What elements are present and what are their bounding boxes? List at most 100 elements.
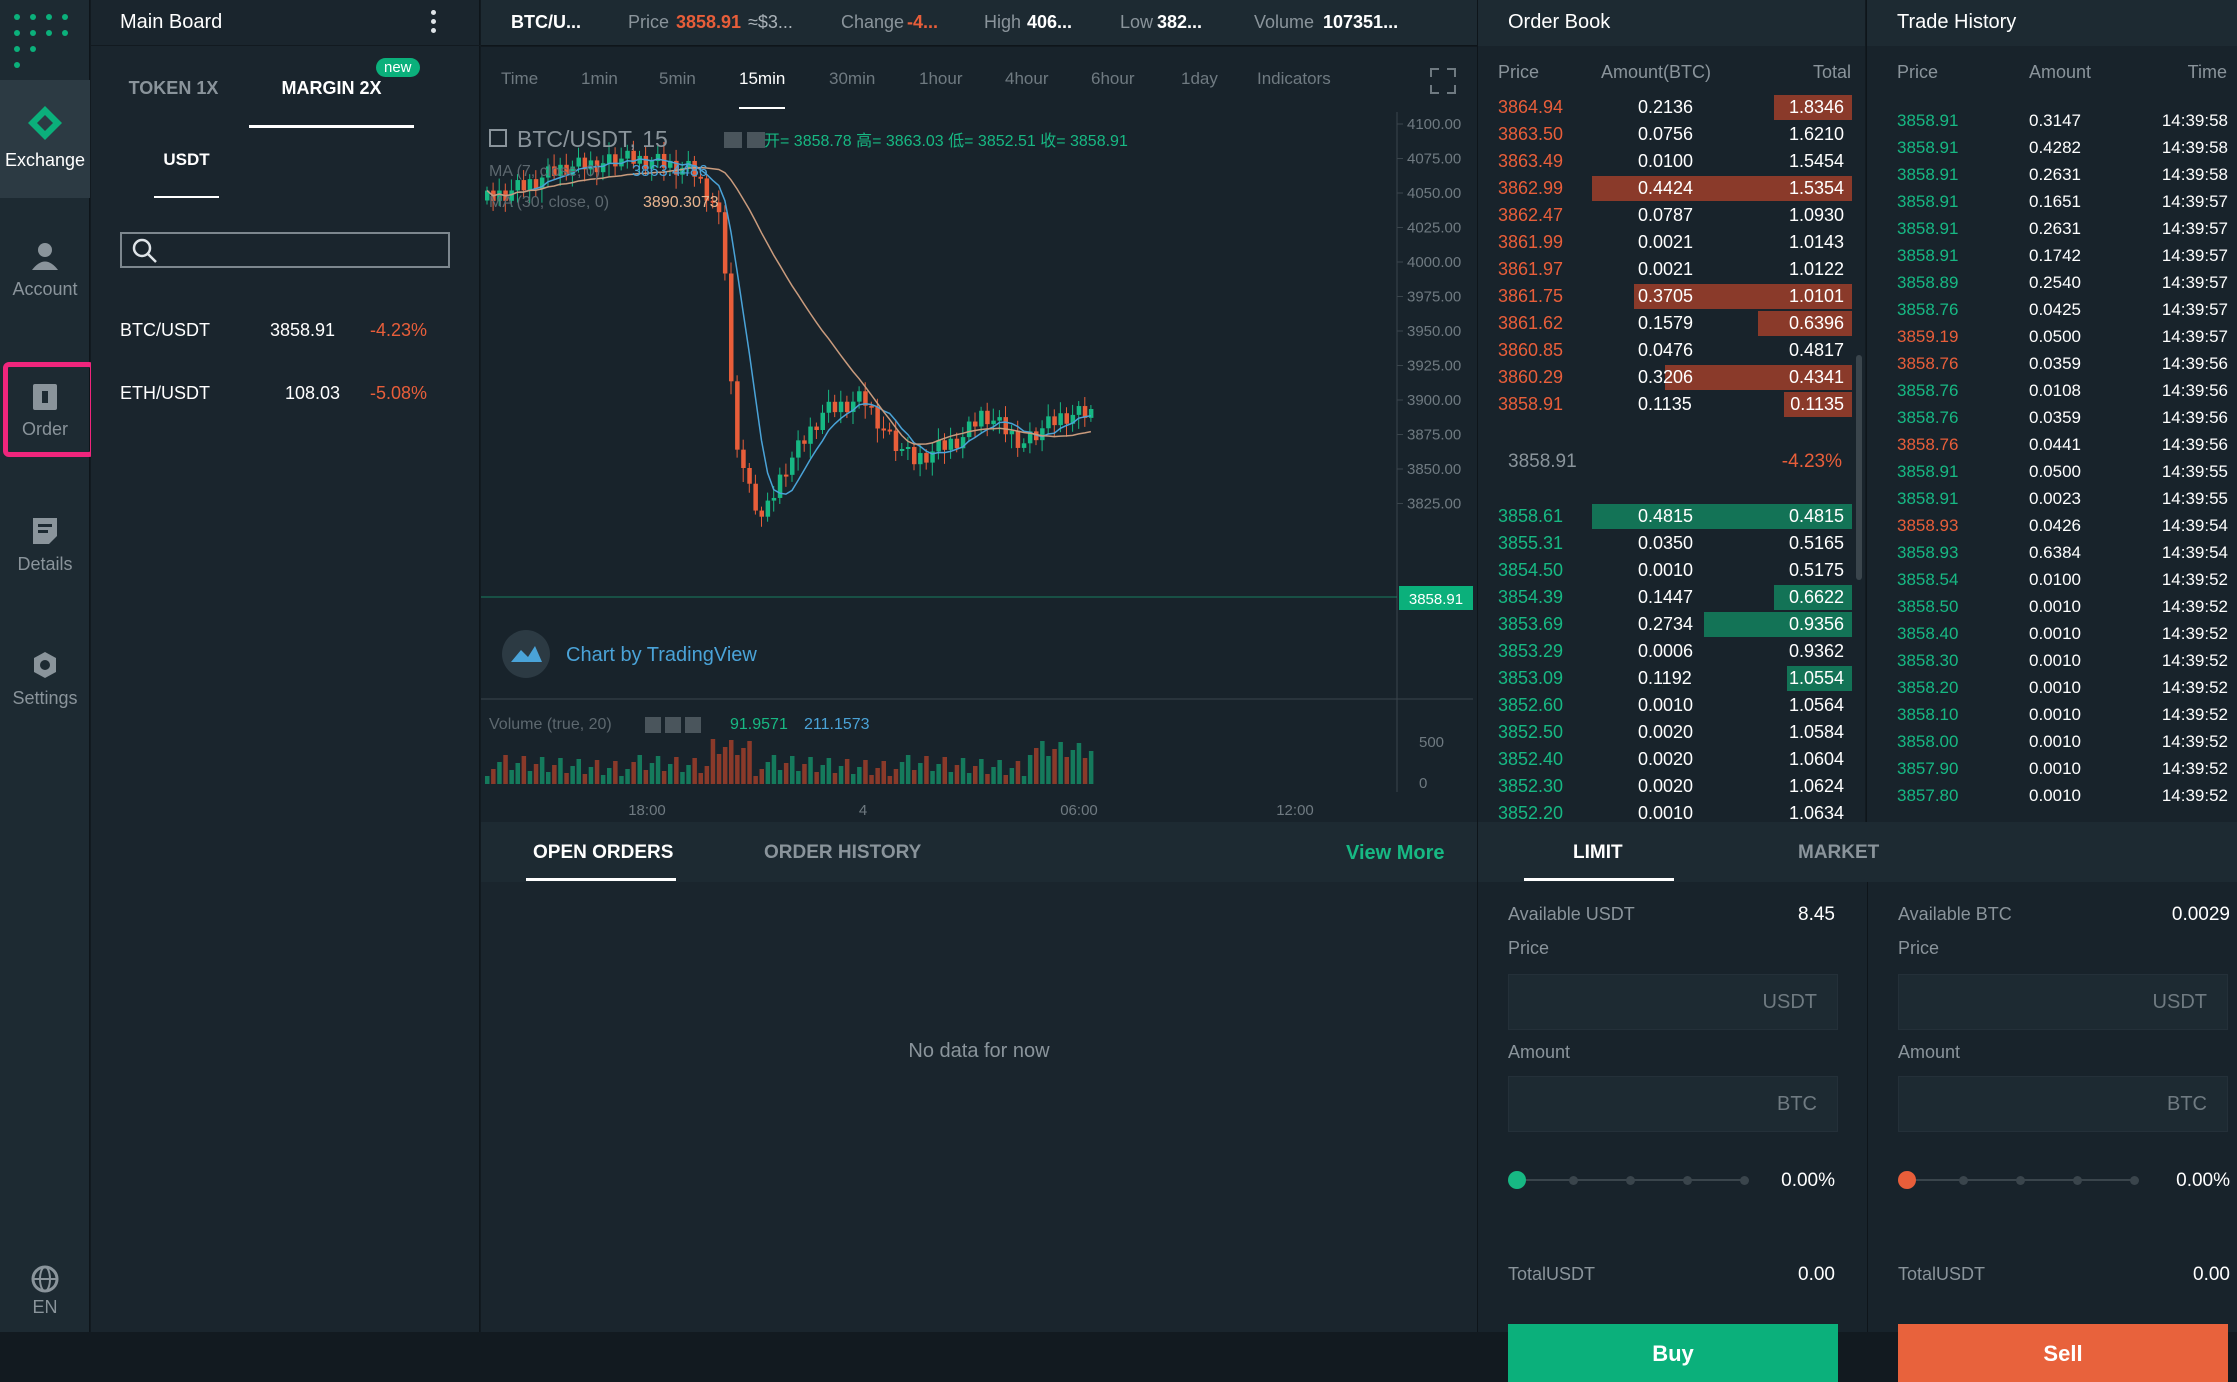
sell-slider-handle[interactable] — [1898, 1171, 1916, 1189]
ob-price: 3861.97 — [1498, 259, 1564, 279]
tab-order-history[interactable]: ORDER HISTORY — [764, 842, 921, 864]
ask-row[interactable]: 3862.99 0.4424 1.5354 — [1478, 175, 1866, 202]
slider-stop[interactable] — [1683, 1176, 1692, 1185]
ob-price: 3855.31 — [1498, 533, 1564, 553]
candlestick-chart-canvas[interactable]: 4100.00 4075.00 4050.00 4025.00 4000.00 3975.… — [481, 112, 1477, 822]
tab-market[interactable]: MARKET — [1798, 842, 1879, 864]
ask-row[interactable]: 3861.99 0.0021 1.0143 — [1478, 229, 1866, 256]
tf-indicators[interactable]: Indicators — [1257, 69, 1331, 89]
bid-row[interactable]: 3852.50 0.0020 1.0584 — [1478, 719, 1866, 746]
tab-open-orders[interactable]: OPEN ORDERS — [533, 842, 673, 864]
buy-button[interactable]: Buy — [1508, 1324, 1838, 1382]
slider-stop[interactable] — [2130, 1176, 2139, 1185]
order-book-scrollbar[interactable] — [1856, 355, 1862, 580]
bid-row[interactable]: 3854.50 0.0010 0.5175 — [1478, 557, 1866, 584]
trade-price: 3857.80 — [1897, 786, 1959, 805]
volume-bar — [600, 775, 606, 784]
tf-6hour[interactable]: 6hour — [1091, 69, 1134, 89]
volume-bar — [997, 760, 1002, 784]
buy-price-input[interactable]: USDT — [1508, 974, 1838, 1030]
sell-price-input[interactable]: USDT — [1898, 974, 2228, 1030]
nav-account[interactable]: Account — [0, 215, 90, 333]
bid-row[interactable]: 3855.31 0.0350 0.5165 — [1478, 530, 1866, 557]
volume-bar — [765, 762, 771, 784]
tf-5min[interactable]: 5min — [659, 69, 696, 89]
tab-usdt[interactable]: USDT — [154, 130, 219, 198]
slider-stop[interactable] — [1740, 1176, 1749, 1185]
tradingview-branding[interactable]: Chart by TradingView — [566, 644, 757, 666]
bid-row[interactable]: 3852.30 0.0020 1.0624 — [1478, 773, 1866, 800]
ob-total: 0.4817 — [1788, 340, 1844, 360]
volume-bar — [869, 775, 874, 784]
ask-row[interactable]: 3860.85 0.0476 0.4817 — [1478, 337, 1866, 364]
nav-exchange-label: Exchange — [4, 150, 86, 170]
volume-bar — [594, 760, 600, 784]
ask-row[interactable]: 3864.94 0.2136 1.8346 — [1478, 94, 1866, 121]
ask-row[interactable]: 3863.50 0.0756 1.6210 — [1478, 121, 1866, 148]
slider-stop[interactable] — [2073, 1176, 2082, 1185]
bid-row[interactable]: 3854.39 0.1447 0.6622 — [1478, 584, 1866, 611]
buy-amount-input[interactable]: BTC — [1508, 1076, 1838, 1132]
bid-row[interactable]: 3852.20 0.0010 1.0634 — [1478, 800, 1866, 822]
tab-token-1x[interactable]: TOKEN 1X — [91, 58, 256, 128]
tf-1day[interactable]: 1day — [1181, 69, 1218, 89]
ask-row[interactable]: 3861.75 0.3705 1.0101 — [1478, 283, 1866, 310]
nav-settings[interactable]: Settings — [0, 635, 90, 753]
nav-exchange[interactable]: Exchange — [0, 80, 90, 198]
view-more-link[interactable]: View More — [1346, 842, 1445, 865]
app-logo-icon[interactable] — [14, 14, 74, 72]
tf-30min[interactable]: 30min — [829, 69, 875, 89]
tf-15min[interactable]: 15min — [739, 69, 786, 109]
bid-row[interactable]: 3853.29 0.0006 0.9362 — [1478, 638, 1866, 665]
ask-row[interactable]: 3860.29 0.3206 0.4341 — [1478, 364, 1866, 391]
volume-bar — [1003, 775, 1008, 784]
more-menu-icon[interactable] — [431, 10, 439, 36]
slider-stop[interactable] — [2016, 1176, 2025, 1185]
ask-row[interactable]: 3862.47 0.0787 1.0930 — [1478, 202, 1866, 229]
tf-time[interactable]: Time — [501, 69, 538, 89]
ob-total: 0.6396 — [1788, 313, 1844, 333]
volume-remove-icon[interactable] — [685, 717, 701, 733]
price-chart[interactable]: 4100.00 4075.00 4050.00 4025.00 4000.00 3975.… — [481, 112, 1477, 822]
bid-row[interactable]: 3853.09 0.1192 1.0554 — [1478, 665, 1866, 692]
slider-stop[interactable] — [1569, 1176, 1578, 1185]
trade-row: 3858.00 0.0010 14:39:52 — [1867, 729, 2237, 756]
slider-stop[interactable] — [1626, 1176, 1635, 1185]
tf-4hour[interactable]: 4hour — [1005, 69, 1048, 89]
market-change: -4.23% — [370, 320, 428, 340]
eye-icon[interactable] — [724, 132, 742, 148]
trade-time: 14:39:57 — [2161, 273, 2228, 292]
tf-1hour[interactable]: 1hour — [919, 69, 962, 89]
slider-stop[interactable] — [1959, 1176, 1968, 1185]
ask-row[interactable]: 3863.49 0.0100 1.5454 — [1478, 148, 1866, 175]
fullscreen-icon[interactable] — [1429, 67, 1457, 95]
bid-row[interactable]: 3852.40 0.0020 1.0604 — [1478, 746, 1866, 773]
volume-eye-icon[interactable] — [645, 717, 661, 733]
trade-price: 3858.91 — [1897, 219, 1959, 238]
sell-amount-input[interactable]: BTC — [1898, 1076, 2228, 1132]
ob-amount: 0.0020 — [1638, 749, 1694, 769]
volume-bar — [491, 769, 496, 784]
bid-row[interactable]: 3852.60 0.0010 1.0564 — [1478, 692, 1866, 719]
settings-icon[interactable] — [747, 132, 765, 148]
market-row-btc[interactable]: BTC/USDT 3858.91 -4.23% — [120, 320, 460, 360]
language-switch[interactable]: EN — [0, 1265, 90, 1325]
nav-details[interactable]: Details — [0, 500, 90, 618]
tab-limit[interactable]: LIMIT — [1573, 842, 1623, 864]
trade-row: 3858.91 0.4282 14:39:58 — [1867, 135, 2237, 162]
trade-price: 3858.91 — [1897, 489, 1959, 508]
sell-button[interactable]: Sell — [1898, 1324, 2228, 1382]
bid-row[interactable]: 3853.69 0.2734 0.9356 — [1478, 611, 1866, 638]
market-search-input[interactable] — [120, 232, 450, 268]
market-row-eth[interactable]: ETH/USDT 108.03 -5.08% — [120, 383, 460, 423]
ask-row[interactable]: 3861.97 0.0021 1.0122 — [1478, 256, 1866, 283]
trade-price: 3858.91 — [1897, 192, 1959, 211]
buy-slider-handle[interactable] — [1508, 1171, 1526, 1189]
tf-1min[interactable]: 1min — [581, 69, 618, 89]
bid-row[interactable]: 3858.61 0.4815 0.4815 — [1478, 503, 1866, 530]
volume-settings-icon[interactable] — [665, 717, 681, 733]
volume-bar — [881, 761, 886, 784]
ask-row[interactable]: 3861.62 0.1579 0.6396 — [1478, 310, 1866, 337]
ticker-pair[interactable]: BTC/U... — [511, 12, 581, 33]
ask-row[interactable]: 3858.91 0.1135 0.1135 — [1478, 391, 1866, 418]
